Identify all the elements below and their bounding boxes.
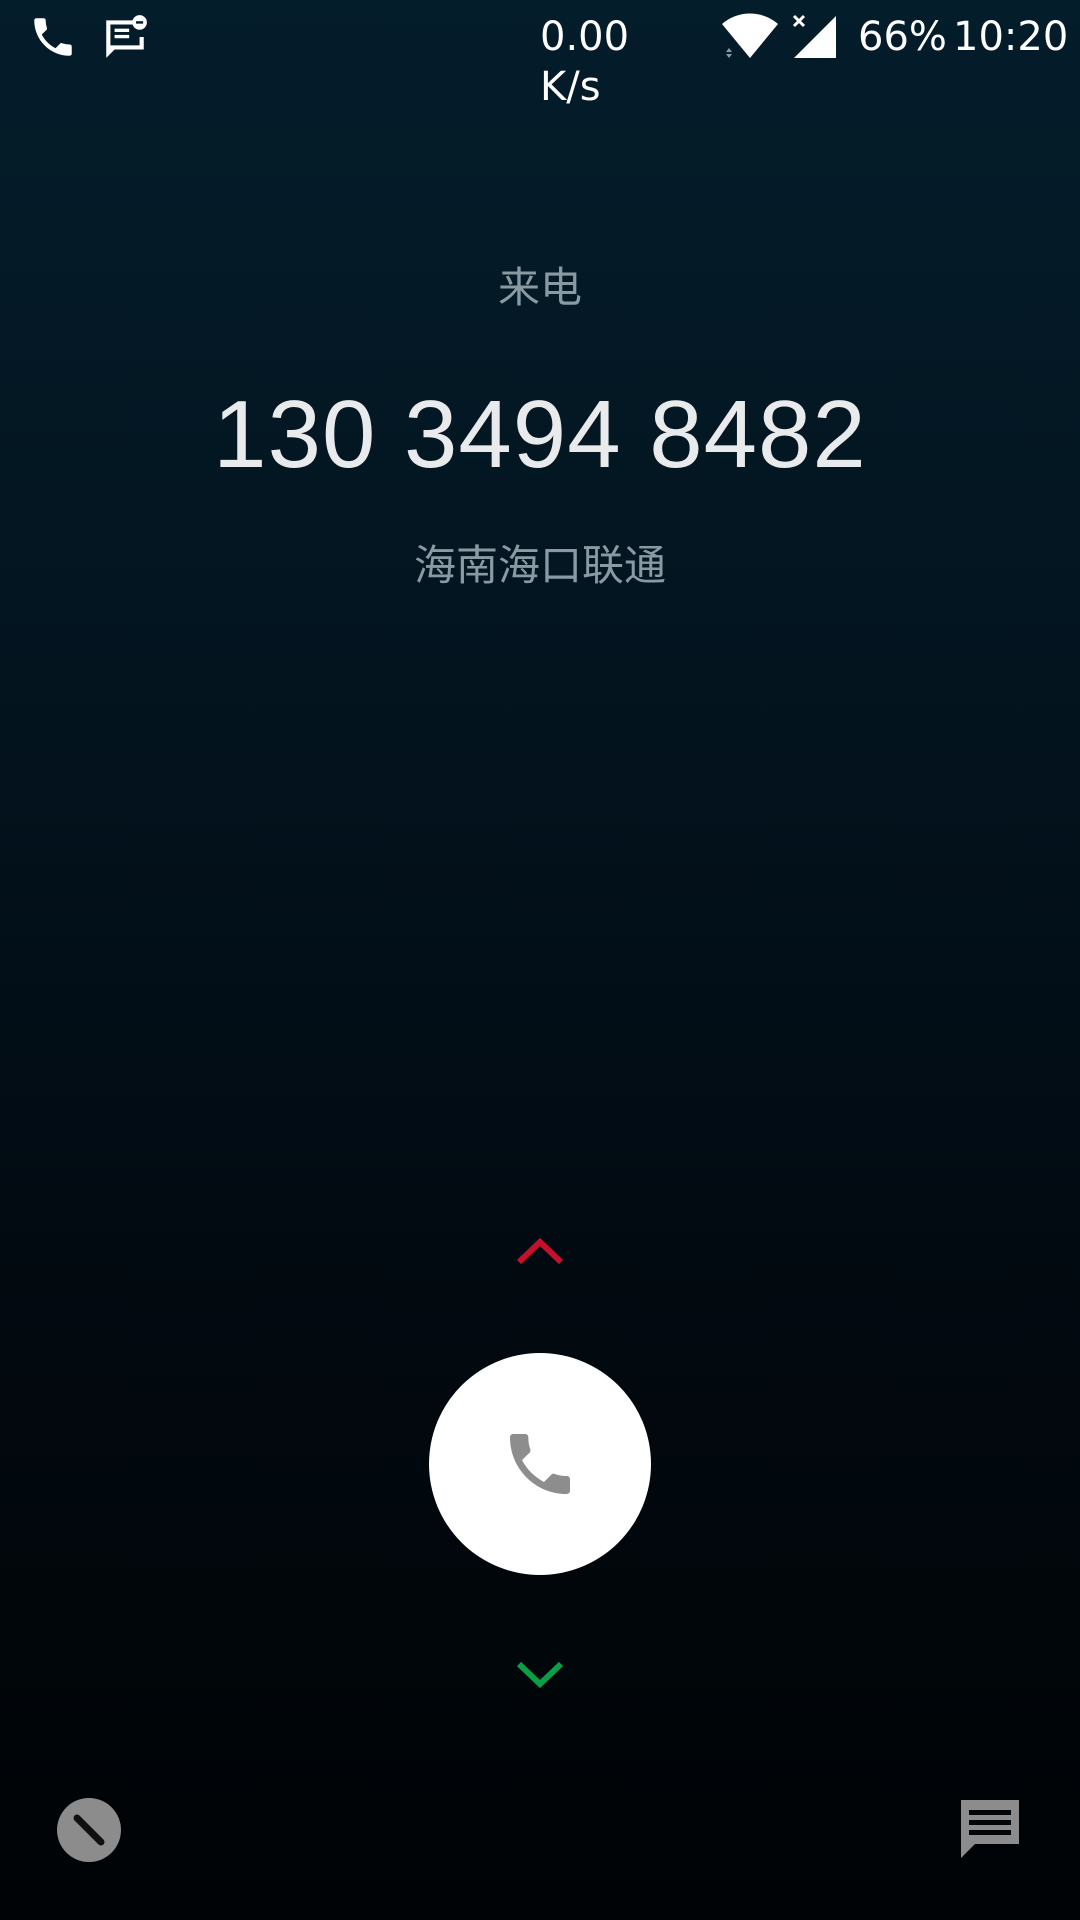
signal-icon — [790, 12, 840, 62]
phone-icon — [510, 1434, 570, 1494]
network-speed: 0.00 K/s — [540, 14, 630, 110]
battery-level: 66% — [858, 14, 947, 60]
incoming-call-label: 来电 — [497, 263, 582, 312]
block-icon — [73, 1814, 105, 1846]
chevron-down-icon — [515, 1660, 565, 1690]
answer-call-button[interactable] — [429, 1353, 651, 1575]
clock: 10:20 — [953, 14, 1069, 60]
reply-message-button[interactable] — [955, 1796, 1025, 1862]
message-notification-icon — [100, 12, 150, 62]
message-icon — [961, 1800, 1019, 1858]
phone-icon — [28, 12, 78, 62]
wifi-icon — [720, 12, 780, 62]
caller-number: 130 3494 8482 — [213, 381, 867, 488]
chevron-up-icon — [515, 1236, 565, 1266]
caller-location: 海南海口联通 — [413, 541, 666, 590]
block-button[interactable] — [57, 1798, 121, 1862]
status-bar: 0.00 K/s 66% 10:20 — [0, 0, 1080, 110]
